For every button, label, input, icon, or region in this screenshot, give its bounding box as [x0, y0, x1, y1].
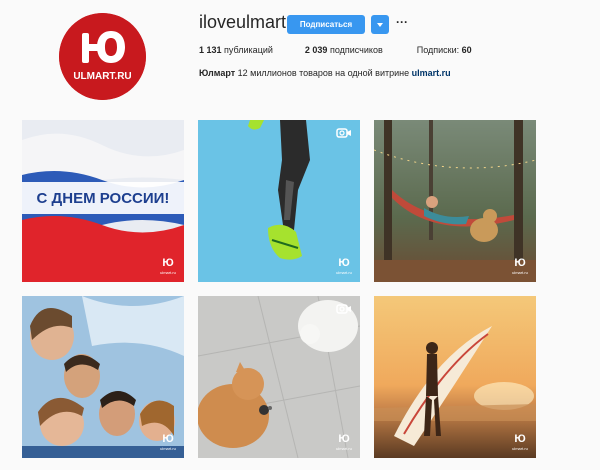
- following-count-label: Подписки:: [416, 45, 460, 55]
- followers-count-label: подписчиков: [329, 45, 383, 55]
- profile-header: ULMART.RU iloveulmart Подписаться ··· 1 …: [0, 0, 600, 100]
- svg-text:Ю: Ю: [162, 433, 173, 445]
- suggestions-dropdown-button[interactable]: [371, 15, 389, 34]
- post-tile-5[interactable]: Юulmart.ru: [198, 296, 360, 458]
- ulmart-badge-icon: Юulmart.ru: [334, 430, 354, 452]
- ulmart-badge-icon: Юulmart.ru: [510, 254, 530, 276]
- svg-text:Ю: Ю: [514, 433, 525, 445]
- more-options-button[interactable]: ···: [396, 16, 408, 28]
- ulmart-badge-icon: Юulmart.ru: [158, 430, 178, 452]
- post-tile-4[interactable]: Юulmart.ru: [22, 296, 184, 458]
- badge-text: ulmart.ru: [512, 446, 528, 451]
- badge-text: ulmart.ru: [336, 446, 352, 451]
- posts-count-value: 1 131: [199, 45, 222, 55]
- badge-text: ulmart.ru: [336, 270, 352, 275]
- chevron-down-icon: [377, 22, 383, 27]
- followers-count[interactable]: 2 039 подписчиков: [305, 45, 383, 55]
- bio-website-link[interactable]: ulmart.ru: [412, 68, 451, 78]
- ulmart-badge-icon: Юulmart.ru: [334, 254, 354, 276]
- badge-text: ulmart.ru: [160, 270, 176, 275]
- ulmart-badge-icon: Юulmart.ru: [510, 430, 530, 452]
- following-count-value: 60: [461, 45, 472, 55]
- profile-stats: 1 131 публикаций 2 039 подписчиков Подпи…: [199, 45, 504, 55]
- post-tile-3[interactable]: Юulmart.ru: [374, 120, 536, 282]
- svg-text:Ю: Ю: [338, 433, 349, 445]
- bio-text: 12 миллионов товаров на одной витрине: [237, 68, 410, 78]
- post-tile-1[interactable]: С ДНЕМ РОССИИ! Юulmart.ru: [22, 120, 184, 282]
- follow-button[interactable]: Подписаться: [287, 15, 365, 34]
- avatar-label: ULMART.RU: [73, 71, 131, 82]
- posts-count: 1 131 публикаций: [199, 45, 273, 55]
- following-count[interactable]: Подписки: 60: [417, 45, 472, 55]
- svg-text:Ю: Ю: [338, 257, 349, 269]
- post-caption: С ДНЕМ РОССИИ!: [37, 190, 170, 207]
- posts-count-label: публикаций: [224, 45, 273, 55]
- svg-text:Ю: Ю: [514, 257, 525, 269]
- logo-icon: ULMART.RU: [59, 13, 146, 100]
- posts-grid: С ДНЕМ РОССИИ! Юulmart.ru Юulmart.ru Ю u…: [22, 120, 536, 460]
- video-camera-icon: [336, 303, 352, 315]
- ulmart-badge-icon: Юulmart.ru: [158, 254, 178, 276]
- followers-count-value: 2 039: [304, 45, 328, 55]
- post-tile-6[interactable]: Юulmart.ru: [374, 296, 536, 458]
- svg-text:Ю: Ю: [162, 257, 173, 269]
- badge-text: ulmart.ru: [512, 270, 528, 275]
- avatar[interactable]: ULMART.RU: [59, 13, 146, 100]
- bio-name: Юлмарт: [199, 68, 236, 78]
- badge-text: ulmart.ru: [160, 446, 176, 451]
- post-tile-2[interactable]: Юulmart.ru: [198, 120, 360, 282]
- video-camera-icon: [336, 127, 352, 139]
- username: iloveulmart: [199, 12, 287, 32]
- profile-bio: Юлмарт 12 миллионов товаров на одной вит…: [199, 68, 451, 78]
